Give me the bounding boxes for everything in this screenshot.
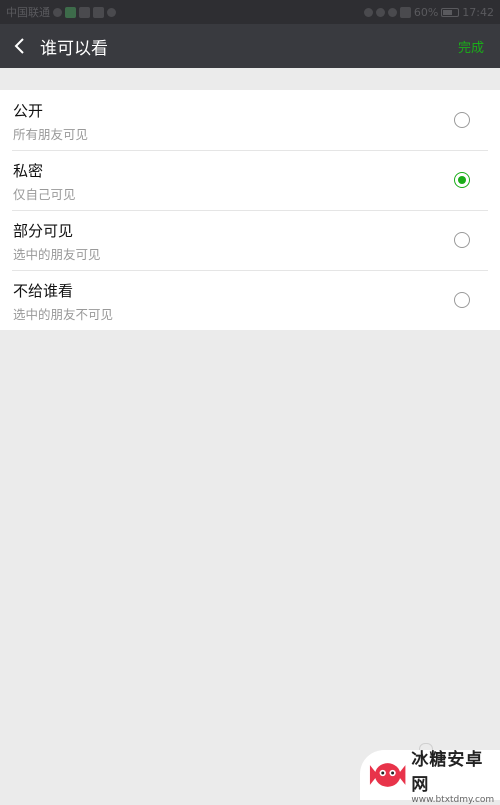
radio-icon[interactable] <box>454 112 470 128</box>
battery-icon <box>441 7 460 17</box>
option-description: 选中的朋友可见 <box>13 247 101 262</box>
option-public[interactable]: 公开 所有朋友可见 <box>0 90 500 150</box>
option-label: 不给谁看 <box>13 282 74 300</box>
option-label: 公开 <box>13 102 44 120</box>
nav-header: 谁可以看 完成 <box>0 24 500 68</box>
watermark-title: 冰糖安卓网 <box>411 750 484 795</box>
option-description: 仅自己可见 <box>13 187 76 202</box>
signal-icon <box>399 6 411 18</box>
wechat-notification-icon <box>65 6 76 18</box>
page-title: 谁可以看 <box>40 38 108 59</box>
back-button[interactable] <box>2 24 36 68</box>
site-watermark: 冰糖安卓网 www.btxtdmy.com <box>360 750 500 805</box>
visibility-options-list: 公开 所有朋友可见 私密 仅自己可见 部分可见 选中的朋友可见 不给谁看 选中的… <box>0 90 500 330</box>
back-chevron-icon <box>14 38 24 54</box>
watermark-text: 冰糖安卓网 www.btxtdmy.com <box>411 745 500 805</box>
app-notification-icon <box>79 6 90 18</box>
bluetooth-icon <box>363 7 373 17</box>
option-partial-visible[interactable]: 部分可见 选中的朋友可见 <box>0 210 500 270</box>
status-bar: 中国联通 60% 17:42 <box>0 0 500 24</box>
radio-icon[interactable] <box>454 292 470 308</box>
misc-notification-icon <box>107 7 116 17</box>
option-label: 私密 <box>13 162 44 180</box>
clock: 17:42 <box>462 5 494 19</box>
option-hide-from[interactable]: 不给谁看 选中的朋友不可见 <box>0 270 500 330</box>
candy-logo-icon <box>369 763 406 787</box>
chat-notification-icon <box>53 7 62 17</box>
radio-icon[interactable] <box>454 232 470 248</box>
radio-checked-icon[interactable] <box>454 172 470 188</box>
option-label: 部分可见 <box>13 222 74 240</box>
option-description: 选中的朋友不可见 <box>13 307 114 322</box>
alarm-icon <box>375 7 385 17</box>
option-description: 所有朋友可见 <box>13 127 89 142</box>
done-button[interactable]: 完成 <box>458 37 484 56</box>
watermark-url: www.btxtdmy.com <box>411 795 495 805</box>
battery-percent: 60% <box>413 5 439 19</box>
status-right: 60% 17:42 <box>363 5 494 19</box>
mail-notification-icon <box>93 6 104 18</box>
wifi-icon <box>387 7 397 17</box>
status-left: 中国联通 <box>6 4 116 20</box>
carrier-label: 中国联通 <box>6 6 50 19</box>
option-private[interactable]: 私密 仅自己可见 <box>0 150 500 210</box>
